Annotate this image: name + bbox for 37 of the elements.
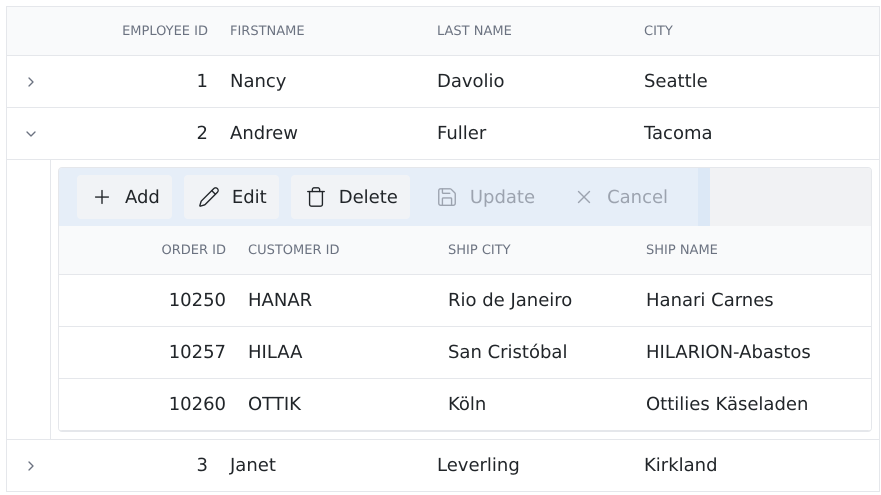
table-cell-text: OTTIK xyxy=(247,394,302,415)
table-cell-text: 2 xyxy=(196,123,209,144)
table-cell-text: Fuller xyxy=(436,123,488,144)
table-cell-text: Andrew xyxy=(229,123,299,144)
table-cell-text: Tacoma xyxy=(643,123,714,144)
column-header[interactable]: FIRSTNAME xyxy=(219,24,426,38)
column-header[interactable]: ORDER ID xyxy=(59,242,237,258)
column-header[interactable]: SHIP NAME xyxy=(635,242,871,258)
edit-button[interactable]: Edit xyxy=(184,175,279,219)
table-cell-text: Kirkland xyxy=(643,455,718,476)
pencil-icon xyxy=(198,186,220,208)
add-button[interactable]: Add xyxy=(77,175,172,219)
table-cell-text: Nancy xyxy=(229,71,288,92)
table-cell-text: Hanari Carnes xyxy=(645,290,775,311)
column-header[interactable]: SHIP CITY xyxy=(437,242,635,258)
table-cell-text: HILARION-Abastos xyxy=(645,342,812,363)
trash-icon xyxy=(304,186,327,208)
table-cell-text: Ottilies Käseladen xyxy=(645,394,810,415)
table-cell-text: 10257 xyxy=(168,342,227,363)
column-header[interactable]: EMPLOYEE ID xyxy=(51,24,219,38)
delete-button[interactable]: Delete xyxy=(290,175,410,219)
table-cell-text: 1 xyxy=(196,71,209,92)
table-cell-text: Janet xyxy=(228,455,277,476)
table-cell-text: 10250 xyxy=(168,290,227,311)
table-cell-text: HILAA xyxy=(247,342,304,363)
table-cell-text: 10260 xyxy=(168,394,227,415)
table-cell-text: 3 xyxy=(196,455,209,476)
column-header[interactable]: CITY xyxy=(633,24,879,38)
column-header[interactable]: CUSTOMER ID xyxy=(237,242,437,258)
table-cell-text: Leverling xyxy=(436,455,521,476)
table-cell-text: Davolio xyxy=(436,71,506,92)
table-cell-text: Rio de Janeiro xyxy=(447,290,574,311)
column-header[interactable]: LAST NAME xyxy=(426,24,633,38)
table-cell-text: San Cristóbal xyxy=(447,342,568,363)
table-cell-text: HANAR xyxy=(247,290,314,311)
table-cell-text: Köln xyxy=(447,394,488,415)
table-cell-text: Seattle xyxy=(643,71,709,92)
